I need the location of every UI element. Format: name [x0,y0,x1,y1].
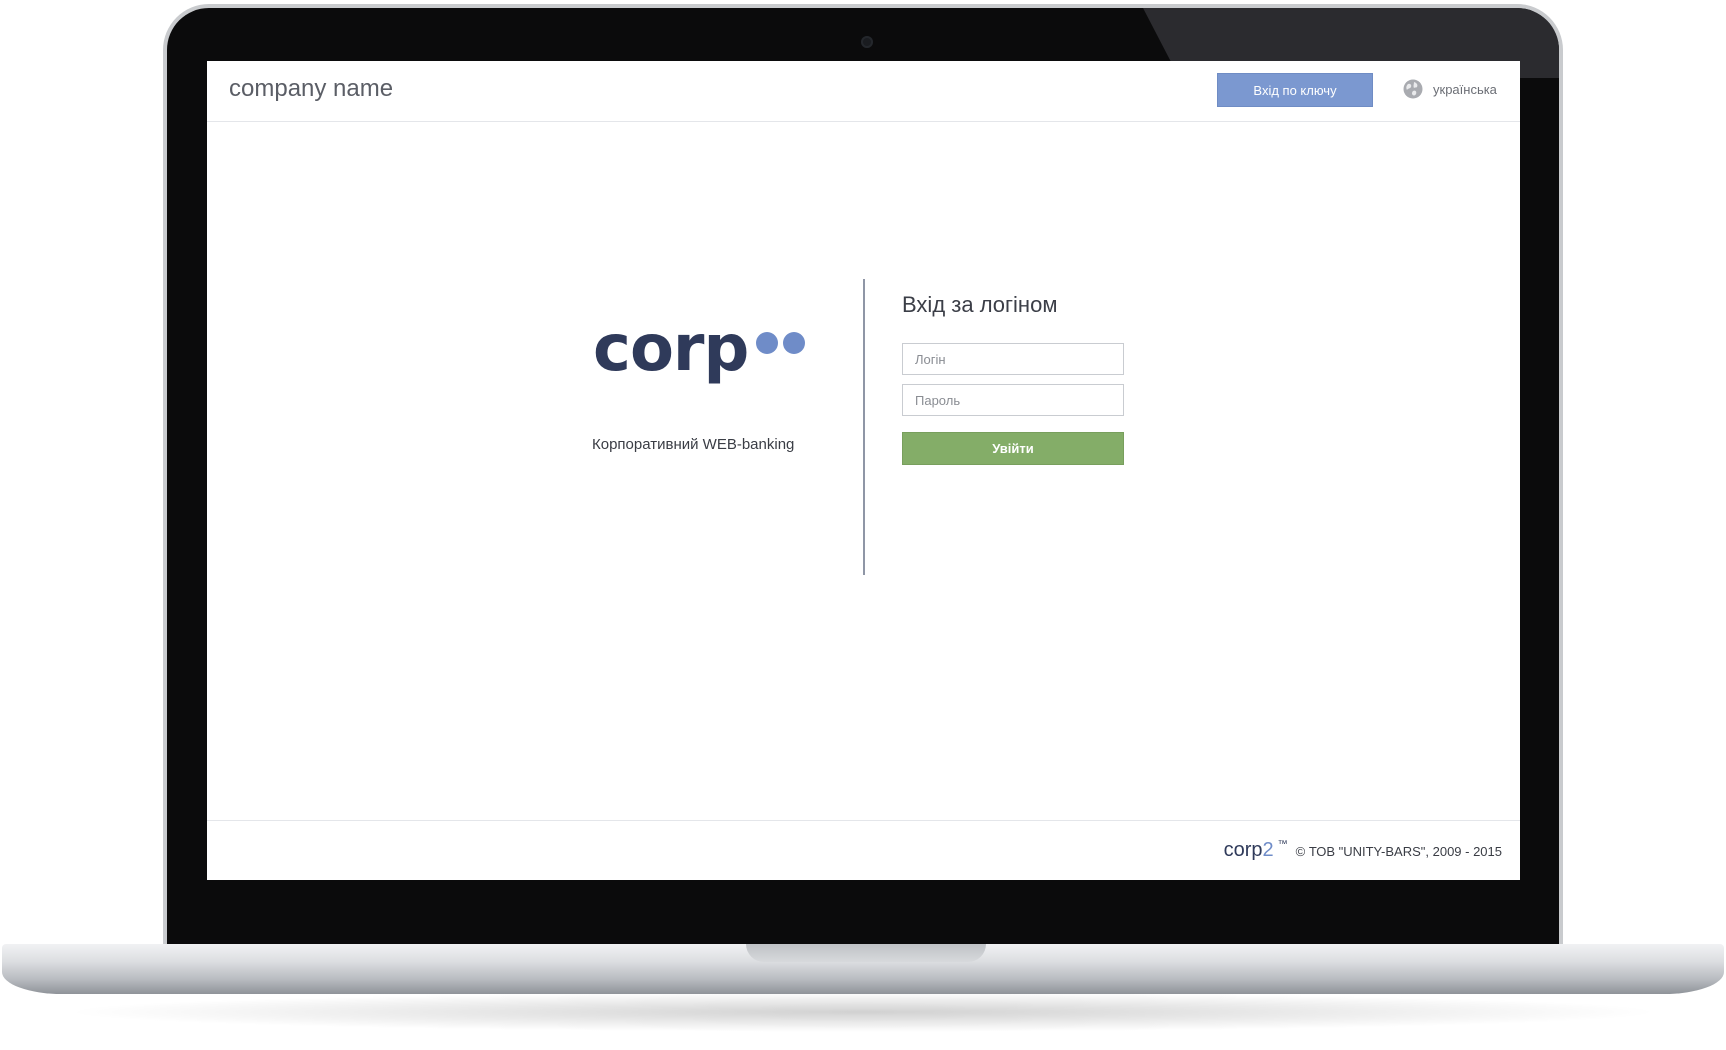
password-input[interactable] [902,384,1124,416]
laptop-notch [746,944,986,962]
footer-copyright: © ТОВ "UNITY-BARS", 2009 - 2015 [1295,844,1502,859]
login-form-title: Вхід за логіном [902,292,1058,317]
camera-icon [861,36,873,48]
laptop-base [2,944,1724,994]
logo-text: corp [593,312,749,386]
footer-brand: corp2 [1224,839,1274,862]
brand-tagline: Корпоративний WEB-banking [592,436,795,453]
logo-dot-2 [783,332,805,354]
corp-logo: corp [593,317,823,393]
laptop-shadow [60,992,1666,1032]
footer-trademark: ™ [1277,839,1288,850]
footer-brand-text: corp [1223,839,1263,861]
logo-dot-1 [756,332,778,354]
top-header: company name Вхід по ключу українська [207,61,1520,122]
language-label: українська [1433,81,1497,97]
footer: corp2 ™ © ТОВ "UNITY-BARS", 2009 - 2015 [207,820,1520,880]
screen: company name Вхід по ключу українська co… [207,61,1520,880]
company-name: company name [229,75,394,102]
globe-icon [1403,79,1423,99]
key-login-button[interactable]: Вхід по ключу [1217,73,1373,107]
language-selector[interactable]: українська [1403,79,1497,99]
vertical-divider [863,279,865,575]
submit-button[interactable]: Увійти [902,432,1124,465]
footer-copyright-block: corp2 ™ © ТОВ "UNITY-BARS", 2009 - 2015 [1224,839,1502,862]
footer-brand-suffix: 2 [1262,839,1274,861]
login-input[interactable] [902,343,1124,375]
